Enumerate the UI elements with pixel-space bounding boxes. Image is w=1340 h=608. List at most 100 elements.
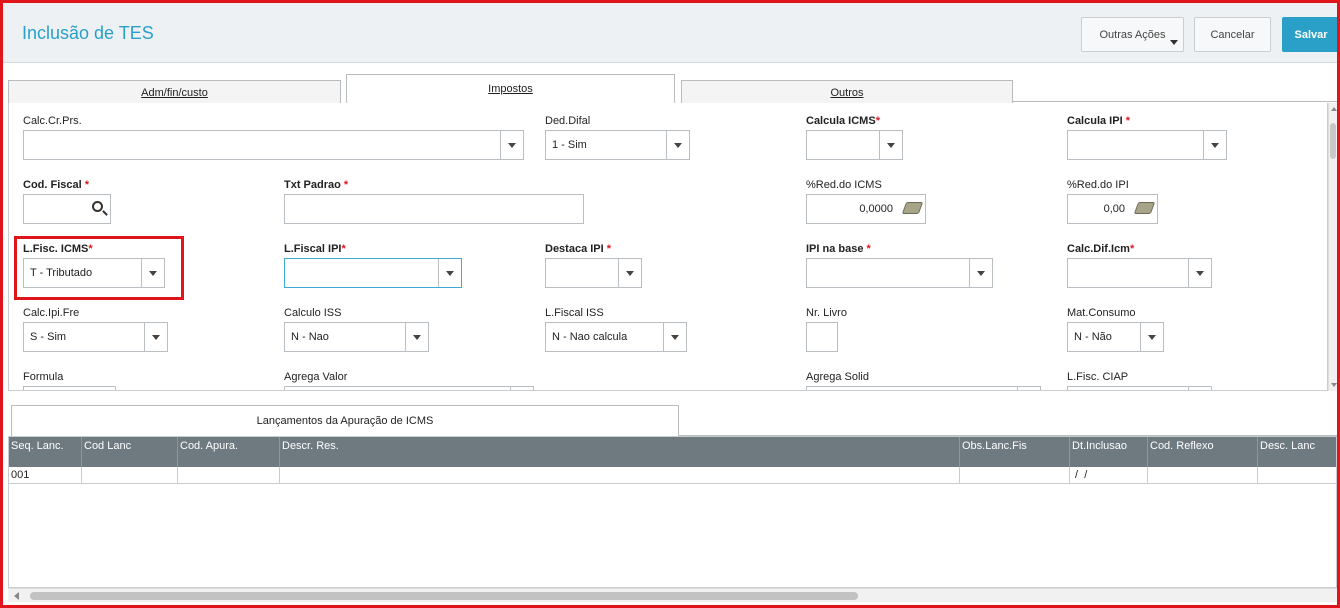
more-actions-button[interactable]: Outras Ações: [1081, 17, 1184, 52]
required-mark: *: [343, 179, 349, 191]
chevron-down-icon[interactable]: [1017, 387, 1040, 390]
lfisc-ciap-select[interactable]: [1067, 386, 1212, 390]
label-text: IPI na base: [806, 243, 864, 255]
scroll-thumb[interactable]: [1330, 123, 1336, 159]
red-icms-input[interactable]: 0,0000: [806, 194, 926, 224]
column-header[interactable]: Descr. Res.: [280, 437, 960, 467]
nr-livro-label: Nr. Livro: [806, 307, 847, 319]
agrega-valor-label: Agrega Valor: [284, 371, 348, 383]
lfisc-ciap-label: L.Fisc. CIAP: [1067, 371, 1129, 383]
table-cell[interactable]: [1258, 467, 1336, 484]
red-ipi-input[interactable]: 0,00: [1067, 194, 1158, 224]
chevron-down-icon[interactable]: [1203, 131, 1226, 159]
required-mark: *: [1129, 243, 1135, 255]
label-text: Destaca IPI: [545, 243, 604, 255]
chevron-down-icon[interactable]: [618, 259, 641, 287]
chevron-down-icon[interactable]: [879, 131, 902, 159]
chevron-down-icon[interactable]: [666, 131, 689, 159]
column-header[interactable]: Dt.Inclusao: [1070, 437, 1148, 467]
required-mark: *: [341, 243, 346, 255]
lfiscal-ipi-select[interactable]: [284, 258, 462, 288]
calc-dif-icm-label: Calc.Dif.Icm*: [1067, 243, 1134, 255]
table-cell[interactable]: [82, 467, 178, 484]
lancamentos-grid: Seq. Lanc. Cod Lanc Cod. Apura. Descr. R…: [8, 436, 1337, 588]
calc-dif-icm-select[interactable]: [1067, 258, 1212, 288]
table-cell[interactable]: [960, 467, 1070, 484]
chevron-down-icon[interactable]: [405, 323, 428, 351]
tab-divider: [1013, 101, 1337, 102]
chevron-down-icon[interactable]: [1188, 259, 1211, 287]
grid-horizontal-scrollbar[interactable]: [8, 588, 1337, 602]
cancel-button[interactable]: Cancelar: [1194, 17, 1271, 52]
lfiscal-iss-select[interactable]: N - Nao calcula: [545, 322, 687, 352]
chevron-down-icon[interactable]: [510, 387, 533, 390]
chevron-down-icon[interactable]: [1140, 323, 1163, 351]
red-icms-value: 0,0000: [859, 203, 893, 215]
scroll-thumb[interactable]: [30, 592, 858, 600]
agrega-solid-select[interactable]: [806, 386, 1041, 390]
column-header[interactable]: Cod. Apura.: [178, 437, 280, 467]
column-header[interactable]: Desc. Lanc: [1258, 437, 1336, 467]
column-header[interactable]: Cod. Reflexo: [1148, 437, 1258, 467]
table-cell[interactable]: [178, 467, 280, 484]
scroll-up-icon[interactable]: [1331, 107, 1337, 111]
form-vertical-scrollbar[interactable]: [1328, 103, 1337, 391]
agrega-valor-select[interactable]: [284, 386, 534, 390]
impostos-form: Calc.Cr.Prs. Ded.Difal 1 - Sim Calcula I…: [8, 103, 1328, 391]
formula-input[interactable]: [23, 386, 116, 390]
save-button[interactable]: Salvar: [1282, 17, 1340, 52]
lfiscal-iss-value: N - Nao calcula: [552, 331, 628, 343]
calcula-icms-select[interactable]: [806, 130, 903, 160]
chevron-down-icon[interactable]: [1188, 387, 1211, 390]
required-mark: *: [866, 243, 871, 255]
red-icms-label: %Red.do ICMS: [806, 179, 882, 191]
chevron-down-icon[interactable]: [969, 259, 992, 287]
calculator-icon[interactable]: [901, 202, 924, 214]
highlight-annotation: [14, 236, 184, 300]
required-mark: *: [606, 243, 612, 255]
chevron-down-icon[interactable]: [663, 323, 686, 351]
ded-difal-select[interactable]: 1 - Sim: [545, 130, 690, 160]
table-cell[interactable]: 001: [9, 467, 82, 484]
nr-livro-input[interactable]: [806, 322, 838, 352]
required-mark: *: [1125, 115, 1130, 127]
mat-consumo-select[interactable]: N - Não: [1067, 322, 1164, 352]
ded-difal-value: 1 - Sim: [552, 139, 587, 151]
calculator-icon[interactable]: [1133, 202, 1156, 214]
column-header[interactable]: Cod Lanc: [82, 437, 178, 467]
search-icon[interactable]: [92, 201, 103, 212]
tab-label: Impostos: [488, 83, 533, 95]
chevron-down-icon[interactable]: [500, 131, 523, 159]
scroll-down-icon[interactable]: [1331, 383, 1337, 387]
table-row[interactable]: 001 / /: [9, 467, 1336, 484]
folder-tabs: Adm/fin/custo Impostos Outros: [3, 63, 1337, 106]
calculo-iss-label: Calculo ISS: [284, 307, 342, 319]
formula-label: Formula: [23, 371, 64, 383]
calculo-iss-select[interactable]: N - Nao: [284, 322, 429, 352]
tab-lancamentos-apuracao-icms[interactable]: Lançamentos da Apuração de ICMS: [11, 405, 679, 436]
ipi-na-base-select[interactable]: [806, 258, 993, 288]
cod-fiscal-input[interactable]: [23, 194, 111, 224]
tab-impostos[interactable]: Impostos: [346, 74, 675, 105]
table-cell[interactable]: [280, 467, 960, 484]
table-cell[interactable]: [1148, 467, 1258, 484]
tab-label: Adm/fin/custo: [141, 87, 208, 99]
destaca-ipi-label: Destaca IPI *: [545, 243, 611, 255]
destaca-ipi-select[interactable]: [545, 258, 642, 288]
scroll-left-icon[interactable]: [14, 592, 19, 600]
grid-header: Seq. Lanc. Cod Lanc Cod. Apura. Descr. R…: [9, 437, 1336, 467]
label-text: L.Fiscal IPI: [284, 243, 342, 255]
column-header[interactable]: Obs.Lanc.Fis: [960, 437, 1070, 467]
column-header[interactable]: Seq. Lanc.: [9, 437, 82, 467]
chevron-down-icon[interactable]: [144, 323, 167, 351]
txt-padrao-input[interactable]: [284, 194, 584, 224]
calcula-ipi-select[interactable]: [1067, 130, 1227, 160]
calc-cr-prs-select[interactable]: [23, 130, 524, 160]
lower-tabs: Lançamentos da Apuração de ICMS: [8, 404, 1337, 436]
txt-padrao-label: Txt Padrao *: [284, 179, 348, 191]
lfiscal-ipi-label: L.Fiscal IPI*: [284, 243, 346, 255]
chevron-down-icon[interactable]: [438, 259, 461, 287]
table-cell[interactable]: / /: [1070, 467, 1148, 484]
calc-ipi-fre-select[interactable]: S - Sim: [23, 322, 168, 352]
label-text: Txt Padrao: [284, 179, 341, 191]
